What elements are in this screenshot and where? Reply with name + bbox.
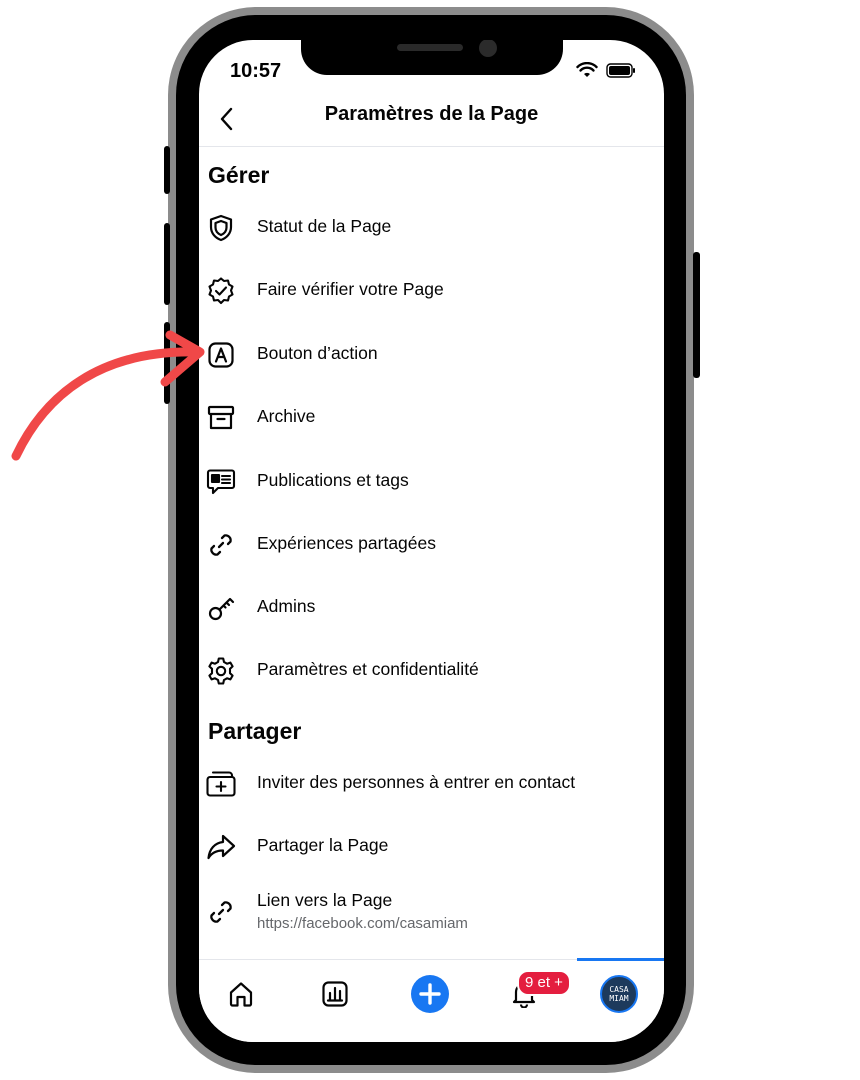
wifi-icon xyxy=(576,61,598,83)
nav-header: Paramètres de la Page xyxy=(199,98,664,147)
volume-down-button xyxy=(164,322,170,404)
menu-label: Archive xyxy=(257,406,316,426)
menu-item-page-link[interactable]: Lien vers la Page https://facebook.com/c… xyxy=(199,876,664,942)
speaker-grille xyxy=(397,44,463,51)
volume-up-button xyxy=(164,223,170,305)
active-tab-indicator xyxy=(577,958,664,961)
section-title-manage: Gérer xyxy=(208,162,270,188)
tab-insights[interactable] xyxy=(315,974,355,1014)
status-time: 10:57 xyxy=(230,60,282,82)
page-link-url: https://facebook.com/casamiam xyxy=(257,915,468,932)
front-camera xyxy=(479,40,497,57)
menu-label: Bouton d’action xyxy=(257,343,378,363)
verified-badge-icon xyxy=(205,275,237,307)
menu-label: Publications et tags xyxy=(257,470,409,490)
action-button-icon xyxy=(205,339,237,371)
menu-label: Inviter des personnes à entrer en contac… xyxy=(257,772,576,792)
menu-item-page-status[interactable]: Statut de la Page xyxy=(199,202,664,252)
menu-item-settings-privacy[interactable]: Paramètres et confidentialité xyxy=(199,645,664,695)
menu-label: Partager la Page xyxy=(257,835,389,855)
menu-item-archive[interactable]: Archive xyxy=(199,392,664,442)
menu-label: Paramètres et confidentialité xyxy=(257,659,479,679)
page-title: Paramètres de la Page xyxy=(324,103,539,125)
section-title-share: Partager xyxy=(208,718,302,744)
menu-label: Lien vers la Page xyxy=(257,890,393,910)
menu-label: Statut de la Page xyxy=(257,216,392,236)
menu-item-action-button[interactable]: Bouton d’action xyxy=(199,329,664,379)
menu-label: Admins xyxy=(257,596,316,616)
menu-label: Expériences partagées xyxy=(257,533,436,553)
plus-circle-icon xyxy=(411,975,449,1013)
menu-item-publications-tags[interactable]: Publications et tags xyxy=(199,456,664,506)
menu-label: Faire vérifier votre Page xyxy=(257,279,444,299)
notch xyxy=(301,40,563,75)
tab-profile[interactable]: CASA MIAM xyxy=(599,974,639,1014)
publications-icon xyxy=(205,466,237,498)
menu-item-admins[interactable]: Admins xyxy=(199,582,664,632)
bar-chart-icon xyxy=(322,981,348,1007)
tab-home[interactable] xyxy=(221,974,261,1014)
status-icons xyxy=(576,61,636,83)
battery-icon xyxy=(606,62,636,83)
home-icon xyxy=(229,982,253,1007)
mute-switch xyxy=(164,146,170,194)
notifications-badge: 9 et + xyxy=(517,970,571,996)
gear-icon xyxy=(205,655,237,687)
archive-icon xyxy=(205,402,237,434)
invite-icon xyxy=(205,768,237,800)
bottom-tab-bar: 9 et + CASA MIAM xyxy=(199,958,664,1042)
shield-icon xyxy=(205,212,237,244)
menu-item-share-page[interactable]: Partager la Page xyxy=(199,821,664,871)
tab-create[interactable] xyxy=(410,974,450,1014)
menu-item-shared-experiences[interactable]: Expériences partagées xyxy=(199,519,664,569)
avatar: CASA MIAM xyxy=(600,975,638,1013)
phone-screen: 10:57 Paramètres de la Page Gérer Statut… xyxy=(199,40,664,1042)
power-button xyxy=(693,252,700,378)
share-icon xyxy=(205,831,237,863)
key-icon xyxy=(205,592,237,624)
menu-item-invite-contacts[interactable]: Inviter des personnes à entrer en contac… xyxy=(199,758,664,808)
link-icon xyxy=(205,896,237,928)
link-icon xyxy=(205,529,237,561)
menu-item-verify-page[interactable]: Faire vérifier votre Page xyxy=(199,265,664,315)
